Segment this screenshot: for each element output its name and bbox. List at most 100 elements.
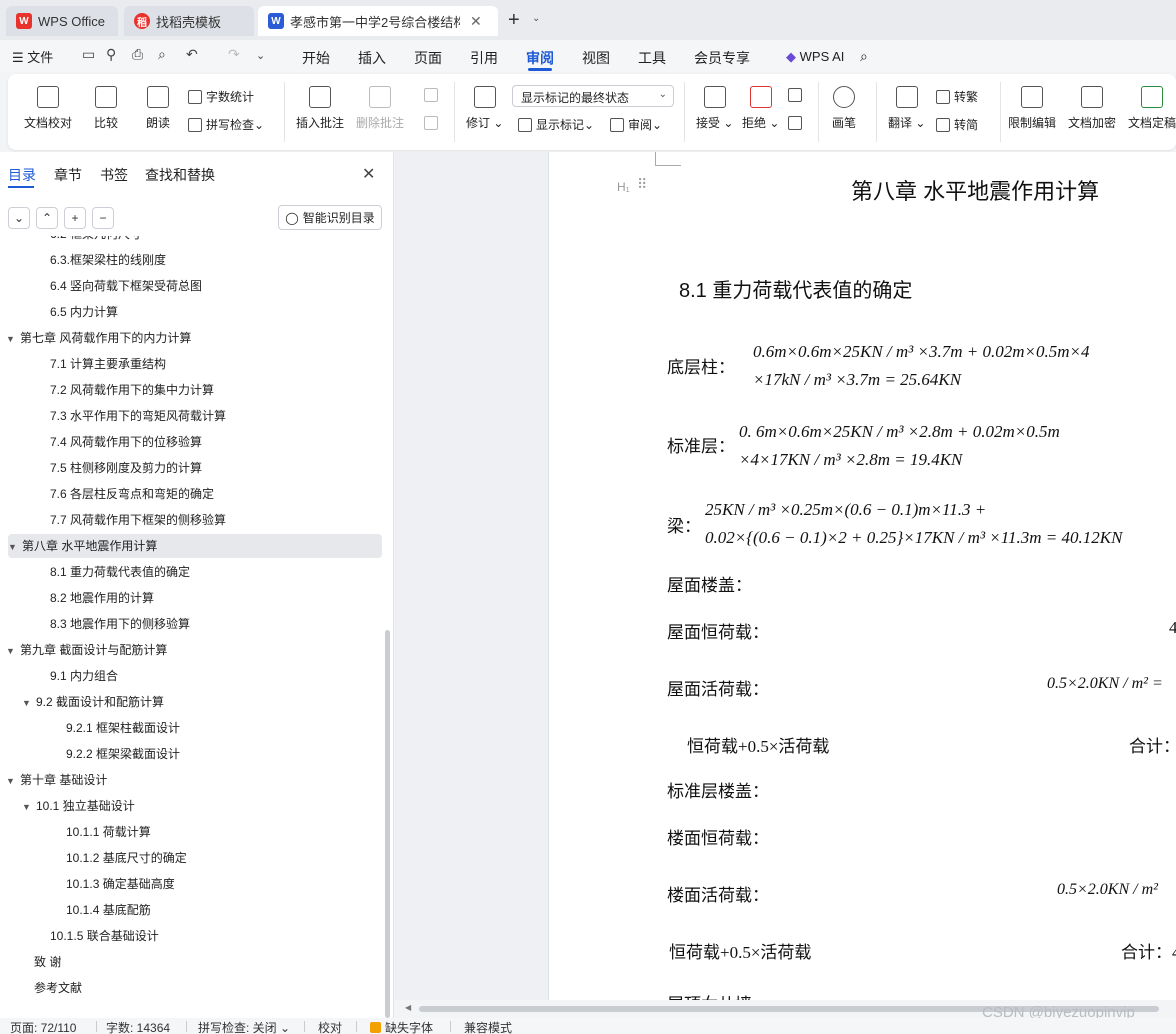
- close-icon[interactable]: ✕: [470, 13, 482, 30]
- toc-section-item[interactable]: 8.2 地震作用的计算: [0, 586, 384, 610]
- toc-chapter-item[interactable]: ▼ 第十章 基础设计: [0, 768, 384, 792]
- word-count[interactable]: 字数: 14364: [106, 1019, 170, 1034]
- to-traditional-button[interactable]: 转繁: [936, 88, 978, 105]
- toc-section-item[interactable]: 7.1 计算主要承重结构: [0, 352, 384, 376]
- more-icon[interactable]: ⌄: [256, 49, 265, 62]
- expand-triangle-icon[interactable]: ▼: [22, 795, 36, 819]
- print-preview-icon[interactable]: ⌕: [158, 46, 166, 63]
- word-count-button[interactable]: 字数统计: [188, 88, 254, 105]
- scroll-left-icon[interactable]: ◀: [405, 1003, 411, 1012]
- tab-find-replace[interactable]: 查找和替换: [145, 165, 215, 185]
- doc-encrypt-button[interactable]: 文档加密: [1068, 86, 1116, 131]
- toc-section-item[interactable]: 7.3 水平作用下的弯矩风荷载计算: [0, 404, 384, 428]
- toc-section-item[interactable]: 7.5 柱侧移刚度及剪力的计算: [0, 456, 384, 480]
- toc-scrollbar[interactable]: [385, 630, 390, 1018]
- next-comment-button[interactable]: [424, 116, 442, 130]
- markup-state-select[interactable]: 显示标记的最终状态 ⌄: [512, 85, 674, 107]
- menu-tools[interactable]: 工具: [638, 48, 666, 68]
- toc-section-item[interactable]: 6.2 框架几何尺寸: [0, 236, 384, 246]
- tab-bookmark[interactable]: 书签: [100, 165, 128, 185]
- toc-section-item[interactable]: 8.1 重力荷载代表值的确定: [0, 560, 384, 584]
- search-icon[interactable]: ⌕: [860, 48, 868, 65]
- toc-section-item[interactable]: 6.5 内力计算: [0, 300, 384, 324]
- page-indicator[interactable]: 页面: 72/110: [10, 1019, 76, 1034]
- reject-button[interactable]: 拒绝 ⌄: [742, 86, 779, 131]
- missing-font-status[interactable]: 缺失字体: [370, 1019, 433, 1034]
- toc-section-item[interactable]: ▼ 9.2 截面设计和配筋计算: [0, 690, 384, 714]
- toc-section-item[interactable]: 6.3.框架梁柱的线刚度: [0, 248, 384, 272]
- document-page[interactable]: H₁ ⠿ 第八章 水平地震作用计算 8.1 重力荷载代表值的确定 底层柱： 0.…: [548, 152, 1176, 1000]
- menu-view[interactable]: 视图: [582, 48, 610, 68]
- next-change-button[interactable]: [788, 116, 806, 130]
- menu-page[interactable]: 页面: [414, 48, 442, 68]
- toc-section-item[interactable]: 6.4 竖向荷载下框架受荷总图: [0, 274, 384, 298]
- redo-icon[interactable]: ↷: [228, 46, 240, 63]
- toc-section-item[interactable]: 10.1.1 荷载计算: [0, 820, 384, 844]
- save-icon[interactable]: ▭: [82, 46, 95, 63]
- toc-section-item[interactable]: 9.2.2 框架梁截面设计: [0, 742, 384, 766]
- add-heading-button[interactable]: +: [64, 207, 86, 229]
- toc-section-item[interactable]: 10.1.4 基底配筋: [0, 898, 384, 922]
- delete-comment-button[interactable]: 删除批注: [356, 86, 404, 131]
- menu-review[interactable]: 审阅: [526, 48, 554, 68]
- print-icon[interactable]: ⎙: [132, 46, 143, 63]
- expand-triangle-icon[interactable]: ▼: [22, 691, 36, 715]
- toc-section-item[interactable]: 10.1.5 联合基础设计: [0, 924, 384, 948]
- toc-section-item[interactable]: 7.7 风荷载作用下框架的侧移验算: [0, 508, 384, 532]
- to-simplified-button[interactable]: 转简: [936, 116, 978, 133]
- tab-toc[interactable]: 目录: [8, 165, 36, 185]
- toc-chapter-item[interactable]: 致 谢: [0, 950, 384, 974]
- toc-section-item[interactable]: 7.6 各层柱反弯点和弯矩的确定: [0, 482, 384, 506]
- prev-comment-button[interactable]: [424, 88, 442, 102]
- toc-chapter-item[interactable]: ▼ 第七章 风荷载作用下的内力计算: [0, 326, 384, 350]
- collapse-down-button[interactable]: ⌄: [8, 207, 30, 229]
- remove-heading-button[interactable]: −: [92, 207, 114, 229]
- file-menu[interactable]: ☰ 文件: [12, 47, 53, 66]
- collapse-up-button[interactable]: ⌃: [36, 207, 58, 229]
- revise-button[interactable]: 修订 ⌄: [466, 86, 503, 131]
- proofread-status[interactable]: 校对: [318, 1019, 342, 1034]
- menu-home[interactable]: 开始: [302, 48, 330, 68]
- undo-icon[interactable]: ↶: [186, 46, 198, 63]
- toc-section-item[interactable]: 9.1 内力组合: [0, 664, 384, 688]
- expand-triangle-icon[interactable]: ▼: [8, 535, 22, 559]
- menu-reference[interactable]: 引用: [470, 48, 498, 68]
- spell-check-button[interactable]: 拼写检查 ⌄: [188, 116, 264, 133]
- smart-toc-button[interactable]: ◯ 智能识别目录: [278, 205, 382, 230]
- doc-finalize-button[interactable]: 文档定稿: [1128, 86, 1176, 131]
- toc-chapter-item[interactable]: ▼ 第九章 截面设计与配筋计算: [0, 638, 384, 662]
- close-icon[interactable]: ✕: [362, 164, 375, 184]
- menu-insert[interactable]: 插入: [358, 48, 386, 68]
- toc-chapter-item[interactable]: 参考文献: [0, 976, 384, 1000]
- tab-chapter[interactable]: 章节: [54, 165, 82, 185]
- pen-button[interactable]: 画笔: [832, 86, 856, 131]
- read-aloud-button[interactable]: 朗读: [146, 86, 170, 131]
- accept-button[interactable]: 接受 ⌄: [696, 86, 733, 131]
- toc-section-item[interactable]: 10.1.3 确定基础高度: [0, 872, 384, 896]
- drag-handle-icon[interactable]: ⠿: [637, 177, 647, 194]
- toc-section-item[interactable]: 7.2 风荷载作用下的集中力计算: [0, 378, 384, 402]
- toc-section-item[interactable]: ▼ 10.1 独立基础设计: [0, 794, 384, 818]
- menu-member[interactable]: 会员专享: [694, 48, 750, 68]
- review-pane-button[interactable]: 审阅 ⌄: [610, 116, 662, 133]
- translate-button[interactable]: 翻译 ⌄: [888, 86, 925, 131]
- toc-section-item[interactable]: 8.3 地震作用下的侧移验算: [0, 612, 384, 636]
- doc-check-button[interactable]: 文档校对: [24, 86, 72, 131]
- tab-document[interactable]: W 孝感市第一中学2号综合楼结构 ✕: [258, 6, 498, 36]
- tab-daoke[interactable]: 稻 找稻壳模板: [124, 6, 254, 36]
- expand-triangle-icon[interactable]: ▼: [6, 769, 20, 793]
- new-tab-plus-icon[interactable]: +: [508, 9, 520, 32]
- tab-wps-office[interactable]: W WPS Office: [6, 6, 118, 36]
- expand-triangle-icon[interactable]: ▼: [6, 327, 20, 351]
- toc-section-item[interactable]: 7.4 风荷载作用下的位移验算: [0, 430, 384, 454]
- toc-section-item[interactable]: 9.2.1 框架柱截面设计: [0, 716, 384, 740]
- share-icon[interactable]: ⚲: [106, 46, 116, 63]
- restrict-edit-button[interactable]: 限制编辑: [1008, 86, 1056, 131]
- expand-triangle-icon[interactable]: ▼: [6, 639, 20, 663]
- toc-chapter-item[interactable]: ▼ 第八章 水平地震作用计算: [8, 534, 382, 558]
- wps-ai-button[interactable]: ◆ WPS AI: [786, 49, 844, 65]
- toc-section-item[interactable]: 10.1.2 基底尺寸的确定: [0, 846, 384, 870]
- compare-button[interactable]: 比较: [94, 86, 118, 131]
- insert-comment-button[interactable]: 插入批注: [296, 86, 344, 131]
- prev-change-button[interactable]: [788, 88, 806, 102]
